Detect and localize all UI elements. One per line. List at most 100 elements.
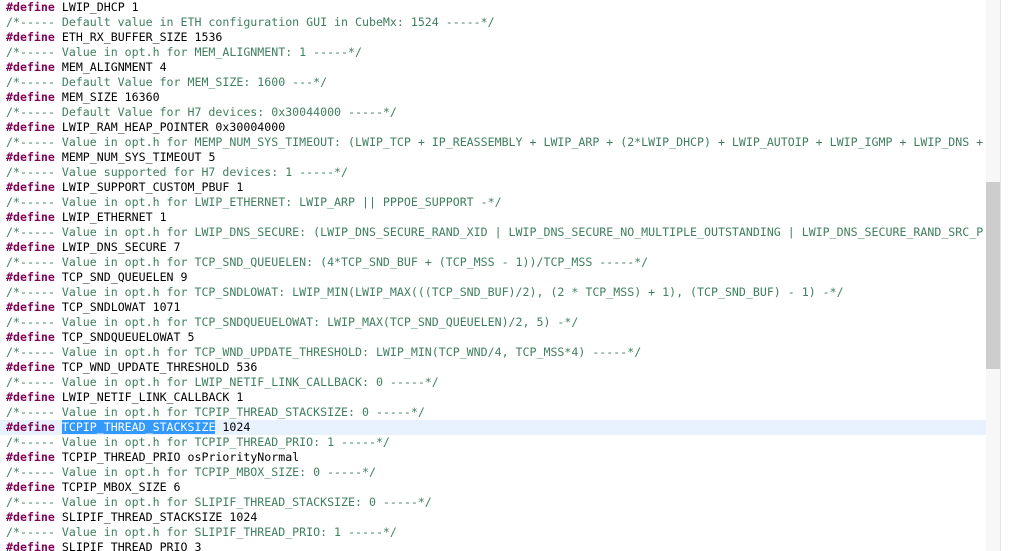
macro-definition: LWIP_DNS_SECURE 7 [61, 240, 181, 254]
comment-text: /*----- Value in opt.h for TCP_SNDQUEUEL… [6, 315, 579, 329]
code-line-comment[interactable]: /*----- Default value in ETH configurati… [0, 15, 986, 30]
macro-definition: TCPIP_THREAD_PRIO osPriorityNormal [61, 450, 300, 464]
comment-text: /*----- Value in opt.h for TCPIP_THREAD_… [6, 435, 390, 449]
define-keyword: #define [6, 30, 55, 44]
code-line-define[interactable]: #define ETH_RX_BUFFER_SIZE 1536 [0, 30, 986, 45]
code-line-define[interactable]: #define MEM_ALIGNMENT 4 [0, 60, 986, 75]
macro-definition: ETH_RX_BUFFER_SIZE 1536 [61, 30, 223, 44]
comment-text: /*----- Value in opt.h for TCPIP_MBOX_SI… [6, 465, 376, 479]
macro-definition: LWIP_ETHERNET 1 [61, 210, 167, 224]
macro-definition: TCP_WND_UPDATE_THRESHOLD 536 [61, 360, 258, 374]
define-keyword: #define [6, 540, 55, 551]
code-line-comment[interactable]: /*----- Value in opt.h for LWIP_ETHERNET… [0, 195, 986, 210]
code-line-comment[interactable]: /*----- Value in opt.h for TCP_SNDLOWAT:… [0, 285, 986, 300]
comment-text: /*----- Value in opt.h for LWIP_NETIF_LI… [6, 375, 439, 389]
comment-text: /*----- Value in opt.h for SLIPIF_THREAD… [6, 525, 397, 539]
define-keyword: #define [6, 480, 55, 494]
comment-text: /*----- Value supported for H7 devices: … [6, 165, 349, 179]
define-keyword: #define [6, 0, 55, 14]
macro-definition: TCP_SNDLOWAT 1071 [61, 300, 181, 314]
code-line-define[interactable]: #define LWIP_DNS_SECURE 7 [0, 240, 986, 255]
macro-definition: LWIP_SUPPORT_CUSTOM_PBUF 1 [61, 180, 244, 194]
code-line-define[interactable]: #define TCP_WND_UPDATE_THRESHOLD 536 [0, 360, 986, 375]
code-line-comment[interactable]: /*----- Value in opt.h for TCPIP_THREAD_… [0, 435, 986, 450]
code-line-define[interactable]: #define TCP_SNDQUEUELOWAT 5 [0, 330, 986, 345]
code-line-comment[interactable]: /*----- Value in opt.h for MEM_ALIGNMENT… [0, 45, 986, 60]
comment-text: /*----- Value in opt.h for SLIPIF_THREAD… [6, 495, 432, 509]
macro-definition: TCPIP_MBOX_SIZE 6 [61, 480, 181, 494]
define-keyword: #define [6, 300, 55, 314]
define-keyword: #define [6, 150, 55, 164]
comment-text: /*----- Default value in ETH configurati… [6, 15, 495, 29]
code-line-comment[interactable]: /*----- Value in opt.h for SLIPIF_THREAD… [0, 525, 986, 540]
code-line-define[interactable]: #define SLIPIF_THREAD_STACKSIZE 1024 [0, 510, 986, 525]
code-line-comment[interactable]: /*----- Value in opt.h for MEMP_NUM_SYS_… [0, 135, 986, 150]
code-line-comment[interactable]: /*----- Value supported for H7 devices: … [0, 165, 986, 180]
define-keyword: #define [6, 240, 55, 254]
define-keyword: #define [6, 210, 55, 224]
code-line-comment[interactable]: /*----- Value in opt.h for TCP_SNDQUEUEL… [0, 315, 986, 330]
comment-text: /*----- Value in opt.h for LWIP_DNS_SECU… [6, 225, 984, 239]
define-keyword: #define [6, 270, 55, 284]
code-line-comment[interactable]: /*----- Value in opt.h for TCP_SND_QUEUE… [0, 255, 986, 270]
code-line-define[interactable]: #define SLIPIF_THREAD_PRIO 3 [0, 540, 986, 551]
code-line-comment[interactable]: /*----- Value in opt.h for TCP_WND_UPDAT… [0, 345, 986, 360]
macro-definition: MEM_ALIGNMENT 4 [61, 60, 167, 74]
selected-text[interactable]: TCPIP_THREAD_STACKSIZE [61, 420, 216, 434]
code-line-comment[interactable]: /*----- Value in opt.h for LWIP_DNS_SECU… [0, 225, 986, 240]
macro-definition: TCP_SND_QUEUELEN 9 [61, 270, 188, 284]
macro-definition: SLIPIF_THREAD_STACKSIZE 1024 [61, 510, 258, 524]
macro-definition: LWIP_RAM_HEAP_POINTER 0x30004000 [61, 120, 286, 134]
code-line-define[interactable]: #define TCP_SND_QUEUELEN 9 [0, 270, 986, 285]
comment-text: /*----- Value in opt.h for MEMP_NUM_SYS_… [6, 135, 986, 149]
code-line-define[interactable]: #define TCPIP_THREAD_STACKSIZE 1024 [0, 420, 986, 435]
macro-definition: SLIPIF_THREAD_PRIO 3 [61, 540, 202, 551]
code-line-define[interactable]: #define MEM_SIZE 16360 [0, 90, 986, 105]
code-line-define[interactable]: #define TCPIP_THREAD_PRIO osPriorityNorm… [0, 450, 986, 465]
define-keyword: #define [6, 390, 55, 404]
define-keyword: #define [6, 450, 55, 464]
define-keyword: #define [6, 180, 55, 194]
comment-text: /*----- Value in opt.h for TCP_SND_QUEUE… [6, 255, 649, 269]
comment-text: /*----- Value in opt.h for TCP_WND_UPDAT… [6, 345, 642, 359]
code-line-define[interactable]: #define LWIP_DHCP 1 [0, 0, 986, 15]
code-lines: #define LWIP_DHCP 1/*----- Default value… [0, 0, 986, 551]
code-line-define[interactable]: #define LWIP_ETHERNET 1 [0, 210, 986, 225]
code-line-define[interactable]: #define LWIP_SUPPORT_CUSTOM_PBUF 1 [0, 180, 986, 195]
comment-text: /*----- Value in opt.h for TCP_SNDLOWAT:… [6, 285, 844, 299]
scrollbar-thumb[interactable] [986, 182, 1000, 369]
comment-text: /*----- Default Value for H7 devices: 0x… [6, 105, 397, 119]
code-line-comment[interactable]: /*----- Default Value for MEM_SIZE: 1600… [0, 75, 986, 90]
code-line-define[interactable]: #define TCPIP_MBOX_SIZE 6 [0, 480, 986, 495]
define-keyword: #define [6, 510, 55, 524]
code-line-comment[interactable]: /*----- Default Value for H7 devices: 0x… [0, 105, 986, 120]
code-line-comment[interactable]: /*----- Value in opt.h for TCPIP_THREAD_… [0, 405, 986, 420]
comment-text: /*----- Default Value for MEM_SIZE: 1600… [6, 75, 328, 89]
macro-definition: TCP_SNDQUEUELOWAT 5 [61, 330, 195, 344]
macro-definition: MEM_SIZE 16360 [61, 90, 160, 104]
define-keyword: #define [6, 60, 55, 74]
macro-definition: LWIP_NETIF_LINK_CALLBACK 1 [61, 390, 244, 404]
define-keyword: #define [6, 360, 55, 374]
define-keyword: #define [6, 90, 55, 104]
overview-ruler[interactable] [1000, 0, 1014, 551]
code-line-comment[interactable]: /*----- Value in opt.h for LWIP_NETIF_LI… [0, 375, 986, 390]
define-keyword: #define [6, 330, 55, 344]
define-keyword: #define [6, 420, 55, 434]
code-line-define[interactable]: #define TCP_SNDLOWAT 1071 [0, 300, 986, 315]
code-line-define[interactable]: #define LWIP_RAM_HEAP_POINTER 0x30004000 [0, 120, 986, 135]
macro-definition: 1024 [215, 420, 251, 434]
code-line-define[interactable]: #define LWIP_NETIF_LINK_CALLBACK 1 [0, 390, 986, 405]
code-editor[interactable]: #define LWIP_DHCP 1/*----- Default value… [0, 0, 1014, 551]
code-line-comment[interactable]: /*----- Value in opt.h for TCPIP_MBOX_SI… [0, 465, 986, 480]
vertical-scrollbar[interactable] [986, 0, 1014, 551]
comment-text: /*----- Value in opt.h for TCPIP_THREAD_… [6, 405, 425, 419]
code-area[interactable]: #define LWIP_DHCP 1/*----- Default value… [0, 0, 986, 551]
code-line-define[interactable]: #define MEMP_NUM_SYS_TIMEOUT 5 [0, 150, 986, 165]
macro-definition: LWIP_DHCP 1 [61, 0, 139, 14]
comment-text: /*----- Value in opt.h for LWIP_ETHERNET… [6, 195, 502, 209]
define-keyword: #define [6, 120, 55, 134]
macro-definition: MEMP_NUM_SYS_TIMEOUT 5 [61, 150, 216, 164]
comment-text: /*----- Value in opt.h for MEM_ALIGNMENT… [6, 45, 362, 59]
code-line-comment[interactable]: /*----- Value in opt.h for SLIPIF_THREAD… [0, 495, 986, 510]
